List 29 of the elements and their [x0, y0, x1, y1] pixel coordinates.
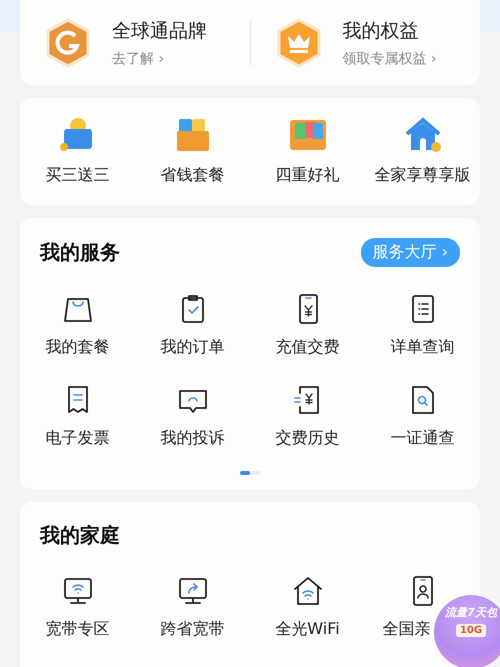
- benefit-title[interactable]: 我的权益: [342, 18, 437, 44]
- house-wifi-icon: [292, 575, 324, 607]
- benefit-link[interactable]: 领取专属权益 ›: [342, 50, 437, 68]
- promo-label[interactable]: 买三送三: [46, 165, 110, 186]
- promo-label[interactable]: 全家享尊享版: [374, 165, 470, 186]
- family-label[interactable]: 全光WiFi: [275, 619, 340, 640]
- benefit-title[interactable]: 全球通品牌: [112, 18, 207, 44]
- service-label[interactable]: 充值交费: [276, 337, 340, 358]
- service-label[interactable]: 详单查询: [390, 337, 454, 358]
- family-label[interactable]: 宽带专区: [46, 619, 110, 640]
- hexagon-logo-icon: [44, 18, 92, 68]
- monitor-wifi-icon: [62, 575, 94, 607]
- service-label[interactable]: 一证通查: [390, 428, 454, 449]
- section-title: 我的家庭: [40, 522, 120, 549]
- badge-title: 流量7天包: [445, 605, 497, 620]
- section-title: 我的服务: [40, 239, 120, 266]
- service-label[interactable]: 我的投诉: [160, 428, 224, 449]
- service-label[interactable]: 我的订单: [160, 337, 224, 358]
- badge-amount: 10G: [456, 624, 486, 637]
- promo-label[interactable]: 四重好礼: [276, 165, 340, 186]
- crown-icon: [274, 18, 322, 68]
- service-label[interactable]: 我的套餐: [46, 337, 110, 358]
- monitor-share-icon: [176, 575, 208, 607]
- promo-label[interactable]: 省钱套餐: [160, 165, 224, 186]
- service-label[interactable]: 交费历史: [276, 428, 340, 449]
- benefit-link[interactable]: 去了解 ›: [112, 50, 207, 68]
- service-label[interactable]: 电子发票: [46, 428, 110, 449]
- family-label[interactable]: 全国亲: [382, 619, 430, 640]
- family-label[interactable]: 跨省宽带: [160, 619, 224, 640]
